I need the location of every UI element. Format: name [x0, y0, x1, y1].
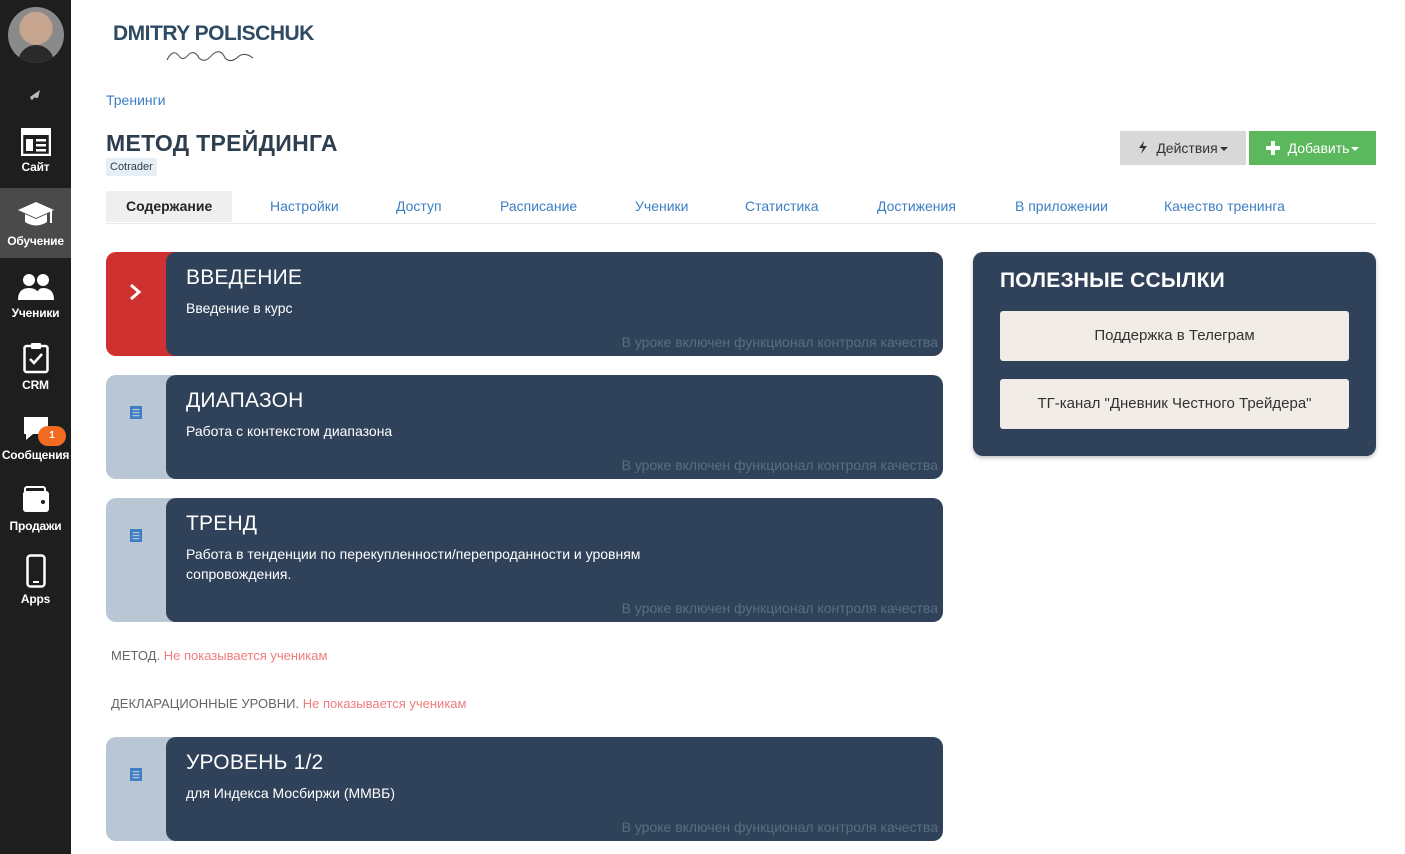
- nav-crm-label: CRM: [22, 378, 49, 392]
- page-title: МЕТОД ТРЕЙДИНГА: [106, 130, 338, 156]
- tab-access[interactable]: Доступ: [396, 191, 442, 222]
- hidden-note: Не показывается ученикам: [302, 696, 467, 711]
- tab-students[interactable]: Ученики: [635, 191, 688, 222]
- chevron-right-icon: [130, 283, 142, 301]
- actions-button[interactable]: Действия: [1120, 131, 1246, 165]
- logo-name: DMITRY POLISCHUK: [113, 22, 314, 45]
- lesson-card[interactable]: ДИАПАЗОН Работа с контекстом диапазона В…: [106, 375, 943, 479]
- actions-label: Действия: [1156, 140, 1218, 156]
- nav-sales[interactable]: Продажи: [0, 485, 71, 553]
- bolt-icon: [1139, 141, 1148, 154]
- logo[interactable]: DMITRY POLISCHUK: [113, 22, 314, 62]
- wallet-icon: [22, 486, 49, 512]
- caret-down-icon: [1351, 147, 1360, 152]
- lesson-description: Введение в курс: [186, 300, 293, 316]
- nav-site[interactable]: Сайт: [0, 128, 71, 196]
- lesson-title: ВВЕДЕНИЕ: [186, 266, 303, 289]
- nav-learning-label: Обучение: [7, 234, 64, 248]
- tab-schedule[interactable]: Расписание: [500, 191, 577, 222]
- graduation-cap-icon: [17, 202, 54, 226]
- lesson-description: Работа с контекстом диапазона: [186, 423, 393, 439]
- nav-students-label: Ученики: [11, 306, 60, 320]
- sidebar: Сайт Обучение Ученики CRM 1 Сообщения Пр…: [0, 0, 71, 854]
- lesson-card[interactable]: УРОВЕНЬ 1/2 для Индекса Мосбиржи (ММВБ) …: [106, 737, 943, 841]
- lesson-title: УРОВЕНЬ 1/2: [186, 751, 324, 774]
- nav-crm[interactable]: CRM: [0, 342, 71, 410]
- nav-messages-label: Сообщения: [1, 448, 70, 462]
- clipboard-check-icon: [22, 343, 49, 374]
- site-icon: [20, 128, 51, 156]
- phone-icon: [25, 554, 46, 588]
- section-name: ДЕКЛАРАЦИОННЫЕ УРОВНИ.: [111, 696, 300, 711]
- lesson-card[interactable]: ТРЕНД Работа в тенденции по перекупленно…: [106, 498, 943, 622]
- lesson-quality-note: В уроке включен функционал контроля каче…: [621, 334, 938, 350]
- signature-icon: [166, 51, 254, 62]
- section-header[interactable]: МЕТОД. Не показывается ученикам: [111, 648, 327, 663]
- lesson-description: Работа в тенденции по перекупленности/пе…: [186, 546, 641, 582]
- nav-students[interactable]: Ученики: [0, 272, 71, 340]
- lesson-body: УРОВЕНЬ 1/2 для Индекса Мосбиржи (ММВБ) …: [166, 737, 943, 841]
- panel-title: ПОЛЕЗНЫЕ ССЫЛКИ: [1000, 269, 1225, 292]
- add-button[interactable]: Добавить: [1249, 131, 1376, 165]
- nav-apps-label: Apps: [20, 592, 51, 606]
- nav-messages[interactable]: 1 Сообщения: [0, 414, 71, 482]
- add-label: Добавить: [1287, 140, 1350, 156]
- tab-achievements[interactable]: Достижения: [877, 191, 956, 222]
- section-name: МЕТОД.: [111, 648, 161, 663]
- lesson-title: ТРЕНД: [186, 512, 258, 535]
- tab-in-app[interactable]: В приложении: [1015, 191, 1108, 222]
- avatar[interactable]: [8, 7, 64, 63]
- tab-settings[interactable]: Настройки: [270, 191, 339, 222]
- document-icon: [130, 529, 142, 542]
- document-icon: [130, 768, 142, 781]
- tag-cotrader[interactable]: Cotrader: [106, 158, 157, 176]
- lesson-body: ДИАПАЗОН Работа с контекстом диапазона В…: [166, 375, 943, 479]
- lesson-body: ТРЕНД Работа в тенденции по перекупленно…: [166, 498, 943, 622]
- link-telegram-channel[interactable]: ТГ-канал "Дневник Честного Трейдера": [1000, 379, 1349, 429]
- document-icon: [130, 406, 142, 419]
- tab-training-quality[interactable]: Качество тренинга: [1164, 191, 1285, 222]
- lesson-card[interactable]: ВВЕДЕНИЕ Введение в курс В уроке включен…: [106, 252, 943, 356]
- bell-icon[interactable]: [27, 86, 43, 102]
- nav-learning[interactable]: Обучение: [0, 188, 71, 258]
- nav-apps[interactable]: Apps: [0, 554, 71, 622]
- tab-statistics[interactable]: Статистика: [745, 191, 819, 222]
- users-icon: [17, 274, 54, 300]
- useful-links-panel: ПОЛЕЗНЫЕ ССЫЛКИ Поддержка в Телеграм ТГ-…: [973, 252, 1376, 456]
- tab-content[interactable]: Содержание: [106, 191, 233, 222]
- nav-sales-label: Продажи: [9, 519, 62, 533]
- lesson-description: для Индекса Мосбиржи (ММВБ): [186, 785, 395, 801]
- lesson-quality-note: В уроке включен функционал контроля каче…: [621, 600, 938, 616]
- plus-icon: [1265, 141, 1280, 155]
- breadcrumb-trainings[interactable]: Тренинги: [106, 92, 166, 108]
- lesson-quality-note: В уроке включен функционал контроля каче…: [621, 457, 938, 473]
- messages-badge: 1: [38, 426, 66, 446]
- nav-site-label: Сайт: [21, 160, 50, 174]
- lesson-quality-note: В уроке включен функционал контроля каче…: [621, 819, 938, 835]
- lesson-title: ДИАПАЗОН: [186, 389, 304, 412]
- lesson-body: ВВЕДЕНИЕ Введение в курс В уроке включен…: [166, 252, 943, 356]
- section-header[interactable]: ДЕКЛАРАЦИОННЫЕ УРОВНИ. Не показывается у…: [111, 696, 466, 711]
- hidden-note: Не показывается ученикам: [163, 648, 328, 663]
- link-telegram-support[interactable]: Поддержка в Телеграм: [1000, 311, 1349, 361]
- caret-down-icon: [1219, 147, 1228, 152]
- tabs: Содержание Настройки Доступ Расписание У…: [106, 191, 1376, 224]
